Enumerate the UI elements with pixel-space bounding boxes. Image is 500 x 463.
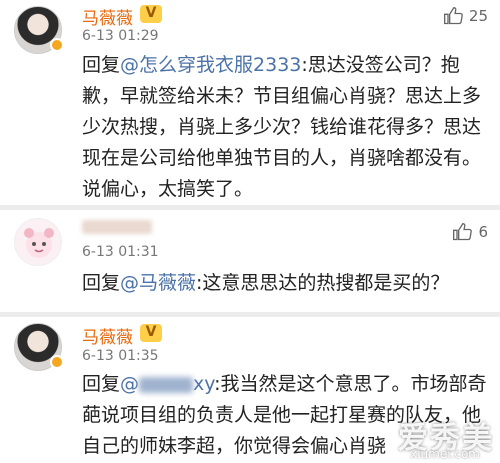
vip-badge-icon: V	[140, 5, 162, 23]
like-button[interactable]: 25	[443, 6, 488, 26]
avatar[interactable]	[14, 218, 62, 266]
comment-item: 6-13 01:31 6 回复@马薇薇:这意思思达的热搜都是买的？	[0, 210, 500, 312]
verified-icon	[50, 38, 64, 52]
vip-badge-icon: V	[140, 324, 162, 342]
mention-at: @	[120, 373, 140, 395]
comment-item: 马薇薇 V 6-13 01:29 25 回复@怎么穿我衣服2333:思达没签公司…	[0, 0, 500, 205]
mention-link[interactable]: @ xy	[120, 373, 214, 395]
username[interactable]: 马薇薇	[82, 323, 133, 348]
reply-prefix: 回复	[82, 54, 121, 76]
mention-obscured	[139, 376, 194, 393]
mention-link[interactable]: @马薇薇	[120, 272, 196, 294]
like-count: 6	[478, 223, 488, 241]
verified-icon	[50, 355, 64, 369]
comment-text: 回复@马薇薇:这意思思达的热搜都是买的？	[82, 268, 490, 299]
comment-time: 6-13 01:31	[82, 244, 159, 260]
comment-item: 马薇薇 V 6-13 01:35 回复@ xy:我当然是这个意思了。市场部奇葩说项…	[0, 317, 500, 463]
username[interactable]: 马薇薇	[82, 4, 133, 29]
cartoon-avatar-icon	[24, 228, 54, 258]
reply-prefix: 回复	[82, 272, 121, 294]
mention-link[interactable]: @怎么穿我衣服2333	[120, 54, 301, 76]
thumbs-up-icon	[453, 222, 473, 241]
comment-text: 回复@怎么穿我衣服2333:思达没签公司？抱歉，早就签给米未？节目组偏心肖骁？思…	[82, 50, 490, 205]
like-button[interactable]: 6	[452, 222, 488, 242]
thumbs-up-icon	[443, 6, 463, 25]
watermark-url: xiumei.com	[410, 447, 480, 461]
comment-time: 6-13 01:29	[82, 28, 159, 44]
like-count: 25	[468, 7, 488, 25]
mention-tail: xy	[193, 373, 215, 395]
comment-time: 6-13 01:35	[82, 348, 159, 364]
reply-prefix: 回复	[82, 373, 121, 395]
comment-body: :这意思思达的热搜都是买的？	[196, 272, 450, 294]
username-obscured[interactable]	[82, 220, 152, 234]
